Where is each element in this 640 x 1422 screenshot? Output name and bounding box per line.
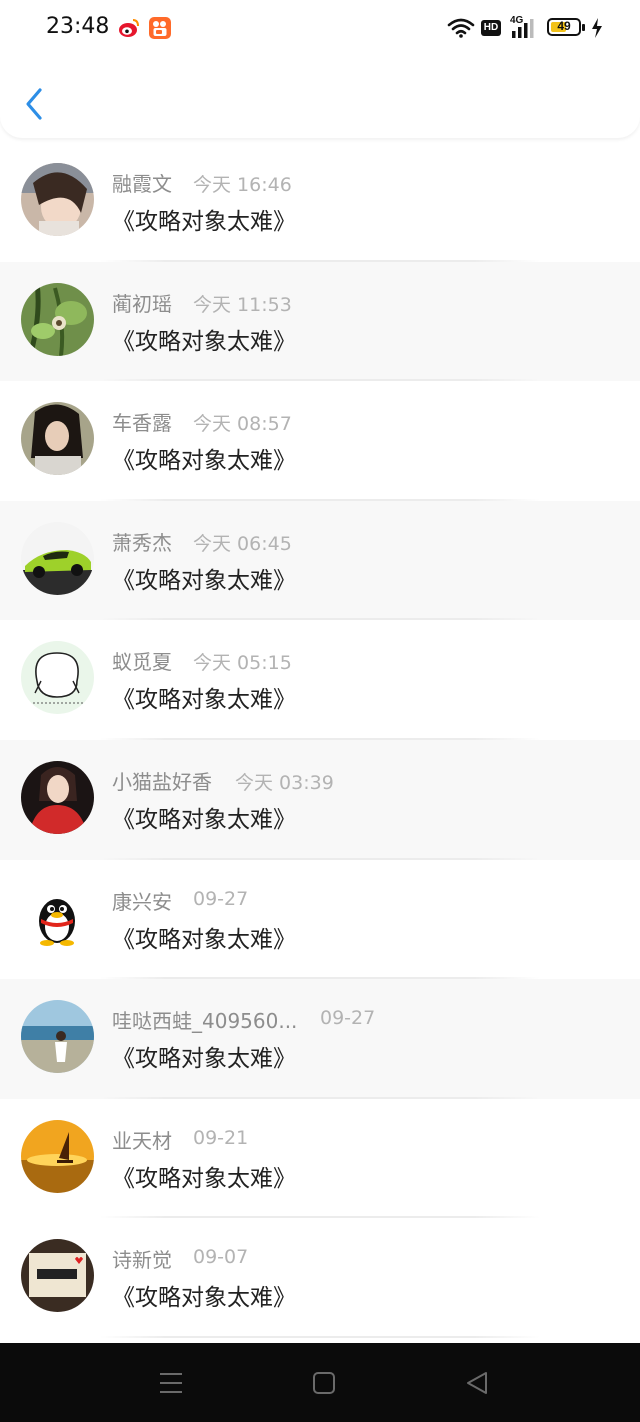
home-icon (313, 1372, 335, 1394)
list-item[interactable]: 蚁觅夏 今天 05:15 《攻略对象太难》 (0, 620, 640, 740)
header: 23:48 HD 4G 49 (0, 0, 640, 138)
back-triangle-icon (467, 1372, 487, 1394)
signal-icon (512, 19, 534, 38)
commenter-name: 萧秀杰 (112, 530, 172, 555)
list-item[interactable]: 康兴安 09-27 《攻略对象太难》 (0, 859, 640, 980)
commenter-name: 蚁觅夏 (112, 650, 172, 675)
comment-time: 09-27 (320, 1007, 376, 1030)
list-item[interactable]: 融霞文 今天 16:46 《攻略对象太难》 (0, 142, 640, 262)
avatar-beach-girl[interactable] (21, 1000, 94, 1074)
book-title: 《攻略对象太难》 (112, 448, 296, 475)
commenter-name: 蔺初瑶 (112, 291, 172, 316)
hd-icon: HD (481, 20, 501, 36)
avatar-cartoon-doodle[interactable] (21, 641, 94, 715)
comment-list: 融霞文 今天 16:46 《攻略对象太难》 蔺初瑶 今天 11:53 《攻略对象… (0, 142, 640, 1338)
avatar-sign-text[interactable] (21, 1239, 94, 1313)
avatar-green-car[interactable] (21, 521, 94, 595)
comment-time: 09-27 (193, 887, 249, 910)
book-title: 《攻略对象太难》 (112, 687, 296, 714)
comment-time: 今天 16:46 (193, 174, 292, 196)
comment-time: 今天 08:57 (193, 413, 292, 436)
book-title: 《攻略对象太难》 (112, 1285, 296, 1312)
comment-time: 今天 11:53 (193, 293, 292, 316)
battery-icon: 49 (547, 18, 581, 36)
menu-icon (160, 1373, 182, 1393)
avatar-green-plant[interactable] (21, 282, 94, 356)
status-time: 23:48 (46, 14, 110, 39)
status-bar: 23:48 HD 4G 49 (0, 0, 640, 58)
charging-icon (592, 18, 602, 38)
commenter-name: 哇哒西蛙_409560... (112, 1009, 298, 1034)
commenter-name: 业天材 (112, 1128, 172, 1153)
list-item[interactable]: 蔺初瑶 今天 11:53 《攻略对象太难》 (0, 261, 640, 382)
avatar-woman-red[interactable] (21, 760, 94, 834)
comment-time: 09-21 (193, 1126, 249, 1149)
weibo-icon (118, 17, 140, 39)
avatar-girl-dark-hair[interactable] (21, 402, 94, 476)
battery-level: 49 (557, 19, 571, 33)
list-item[interactable]: 业天材 09-21 《攻略对象太难》 (0, 1098, 640, 1219)
list-item[interactable]: 哇哒西蛙_409560... 09-27 《攻略对象太难》 (0, 979, 640, 1099)
divider (100, 1335, 540, 1338)
kuaishou-icon (149, 17, 171, 39)
wifi-icon (447, 18, 475, 38)
list-item[interactable]: 诗新觉 09-07 《攻略对象太难》 (0, 1218, 640, 1338)
book-title: 《攻略对象太难》 (112, 1165, 296, 1192)
commenter-name: 融霞文 (112, 172, 172, 196)
chevron-left-icon (26, 88, 42, 120)
avatar-girl-portrait[interactable] (21, 163, 94, 236)
menu-button[interactable] (158, 1371, 184, 1399)
book-title: 《攻略对象太难》 (112, 567, 296, 594)
avatar-qq-penguin[interactable] (21, 880, 94, 954)
commenter-name: 康兴安 (112, 889, 172, 914)
home-button[interactable] (312, 1371, 336, 1399)
list-item[interactable]: 车香露 今天 08:57 《攻略对象太难》 (0, 381, 640, 501)
book-title: 《攻略对象太难》 (112, 806, 296, 833)
commenter-name: 小猫盐好香 (112, 769, 212, 794)
book-title: 《攻略对象太难》 (112, 1046, 296, 1073)
commenter-name: 车香露 (112, 411, 172, 436)
avatar-sunset-sailboat[interactable] (21, 1119, 94, 1193)
list-item[interactable]: 小猫盐好香 今天 03:39 《攻略对象太难》 (0, 739, 640, 860)
book-title: 《攻略对象太难》 (112, 926, 296, 953)
book-title: 《攻略对象太难》 (112, 209, 296, 235)
book-title: 《攻略对象太难》 (112, 328, 296, 355)
screen: 23:48 HD 4G 49 融霞文 今天 16:46 《攻略对象太难》 蔺初瑶… (0, 0, 640, 1422)
commenter-name: 诗新觉 (112, 1248, 172, 1273)
back-nav-button[interactable] (464, 1371, 490, 1399)
comment-time: 09-07 (193, 1246, 249, 1269)
comment-time: 今天 06:45 (193, 532, 292, 555)
list-item[interactable]: 萧秀杰 今天 06:45 《攻略对象太难》 (0, 500, 640, 621)
comment-time: 今天 03:39 (235, 771, 334, 794)
back-button[interactable] (18, 82, 54, 126)
system-nav-bar (0, 1343, 640, 1422)
comment-time: 今天 05:15 (193, 652, 292, 675)
